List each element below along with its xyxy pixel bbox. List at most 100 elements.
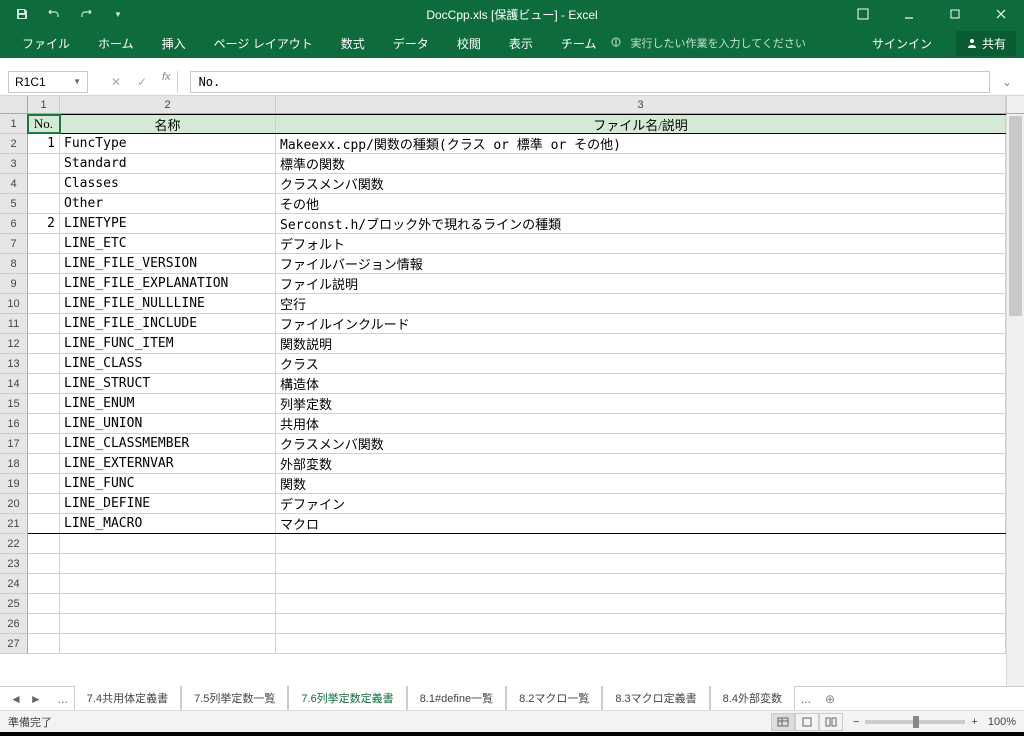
cell[interactable]: LINE_ETC	[60, 234, 276, 253]
close-button[interactable]	[978, 0, 1024, 28]
cell[interactable]	[276, 614, 1006, 633]
cell[interactable]: LINE_FUNC_ITEM	[60, 334, 276, 353]
row-header[interactable]: 4	[0, 174, 28, 194]
sheet-tab[interactable]: 7.4共用体定義書	[74, 686, 181, 712]
sheet-tab[interactable]: 8.4外部変数	[710, 686, 795, 712]
save-button[interactable]	[8, 2, 36, 26]
column-header[interactable]: 1	[28, 96, 60, 113]
fx-icon[interactable]: fx	[156, 71, 178, 93]
cell[interactable]: 外部変数	[276, 454, 1006, 473]
cell-name-header[interactable]: 名称	[60, 115, 276, 133]
cell-no-header[interactable]: No.	[28, 115, 60, 133]
signin-button[interactable]: サインイン	[860, 35, 944, 52]
tab-home[interactable]: ホーム	[84, 28, 148, 58]
cell[interactable]: Standard	[60, 154, 276, 173]
cells-area[interactable]: No. 名称 ファイル名/説明 1FuncTypeMakeexx.cpp/関数の…	[28, 114, 1006, 686]
row-header[interactable]: 20	[0, 494, 28, 514]
row-header[interactable]: 8	[0, 254, 28, 274]
page-layout-view-button[interactable]	[795, 713, 819, 731]
normal-view-button[interactable]	[771, 713, 795, 731]
row-header[interactable]: 12	[0, 334, 28, 354]
cell[interactable]: LINETYPE	[60, 214, 276, 233]
zoom-out-button[interactable]: −	[853, 716, 859, 728]
cell[interactable]: LINE_FILE_NULLLINE	[60, 294, 276, 313]
row-header[interactable]: 1	[0, 114, 28, 134]
cell[interactable]	[28, 414, 60, 433]
tab-data[interactable]: データ	[379, 28, 443, 58]
cell[interactable]: 空行	[276, 294, 1006, 313]
cell[interactable]: Serconst.h/ブロック外で現れるラインの種類	[276, 214, 1006, 233]
cell[interactable]: LINE_STRUCT	[60, 374, 276, 393]
row-header[interactable]: 21	[0, 514, 28, 534]
tab-team[interactable]: チーム	[547, 28, 611, 58]
row-header[interactable]: 19	[0, 474, 28, 494]
tab-page-layout[interactable]: ページ レイアウト	[200, 28, 327, 58]
row-header[interactable]: 17	[0, 434, 28, 454]
row-header[interactable]: 9	[0, 274, 28, 294]
tell-me-search[interactable]: 実行したい作業を入力してください	[610, 35, 805, 51]
sheet-tab[interactable]: 8.3マクロ定義書	[602, 686, 709, 712]
cell[interactable]: 列挙定数	[276, 394, 1006, 413]
qat-customize-icon[interactable]: ▼	[104, 2, 132, 26]
cell[interactable]	[276, 534, 1006, 553]
tab-formulas[interactable]: 数式	[327, 28, 379, 58]
row-header[interactable]: 27	[0, 634, 28, 654]
cell[interactable]	[60, 554, 276, 573]
cell[interactable]	[28, 354, 60, 373]
cell[interactable]	[28, 474, 60, 493]
cell[interactable]: クラスメンバ関数	[276, 174, 1006, 193]
cell[interactable]: LINE_ENUM	[60, 394, 276, 413]
share-button[interactable]: 共有	[956, 31, 1016, 56]
undo-button[interactable]	[40, 2, 68, 26]
enter-formula-button[interactable]: ✓	[130, 71, 154, 93]
column-header[interactable]: 2	[60, 96, 276, 113]
row-header[interactable]: 14	[0, 374, 28, 394]
cell[interactable]	[276, 574, 1006, 593]
row-header[interactable]: 24	[0, 574, 28, 594]
cell[interactable]	[276, 634, 1006, 653]
cell[interactable]: LINE_CLASS	[60, 354, 276, 373]
cell[interactable]	[28, 334, 60, 353]
column-header[interactable]: 3	[276, 96, 1006, 113]
formula-input[interactable]: No.	[190, 71, 990, 93]
cell[interactable]: LINE_UNION	[60, 414, 276, 433]
add-sheet-button[interactable]: ⊕	[817, 692, 843, 706]
row-header[interactable]: 7	[0, 234, 28, 254]
scrollbar-thumb[interactable]	[1009, 116, 1022, 316]
row-header[interactable]: 15	[0, 394, 28, 414]
cell[interactable]	[60, 594, 276, 613]
cell[interactable]	[28, 394, 60, 413]
cell[interactable]: 関数説明	[276, 334, 1006, 353]
cell[interactable]: Classes	[60, 174, 276, 193]
cell[interactable]: 関数	[276, 474, 1006, 493]
tab-view[interactable]: 表示	[495, 28, 547, 58]
cell[interactable]: 2	[28, 214, 60, 233]
zoom-thumb[interactable]	[913, 716, 919, 728]
cell[interactable]	[28, 274, 60, 293]
cell[interactable]	[28, 594, 60, 613]
maximize-button[interactable]	[932, 0, 978, 28]
row-header[interactable]: 13	[0, 354, 28, 374]
cell[interactable]	[28, 554, 60, 573]
row-header[interactable]: 18	[0, 454, 28, 474]
select-all-corner[interactable]	[0, 96, 28, 113]
cell[interactable]	[28, 194, 60, 213]
cell[interactable]	[28, 154, 60, 173]
cell[interactable]: FuncType	[60, 134, 276, 153]
row-header[interactable]: 25	[0, 594, 28, 614]
cell[interactable]: LINE_DEFINE	[60, 494, 276, 513]
sheet-tab[interactable]: 8.2マクロ一覧	[506, 686, 602, 712]
sheet-ellipsis-end[interactable]: ...	[795, 692, 817, 706]
name-box[interactable]: R1C1 ▼	[8, 71, 88, 93]
cell[interactable]	[60, 634, 276, 653]
zoom-in-button[interactable]: +	[971, 716, 977, 728]
row-header[interactable]: 16	[0, 414, 28, 434]
ribbon-options-button[interactable]	[840, 0, 886, 28]
cell[interactable]: ファイル説明	[276, 274, 1006, 293]
sheet-nav-prev-icon[interactable]: ◄	[8, 692, 24, 706]
minimize-button[interactable]	[886, 0, 932, 28]
cell[interactable]: 1	[28, 134, 60, 153]
cell[interactable]: 標準の関数	[276, 154, 1006, 173]
cell[interactable]: LINE_FILE_VERSION	[60, 254, 276, 273]
cell[interactable]	[28, 514, 60, 533]
